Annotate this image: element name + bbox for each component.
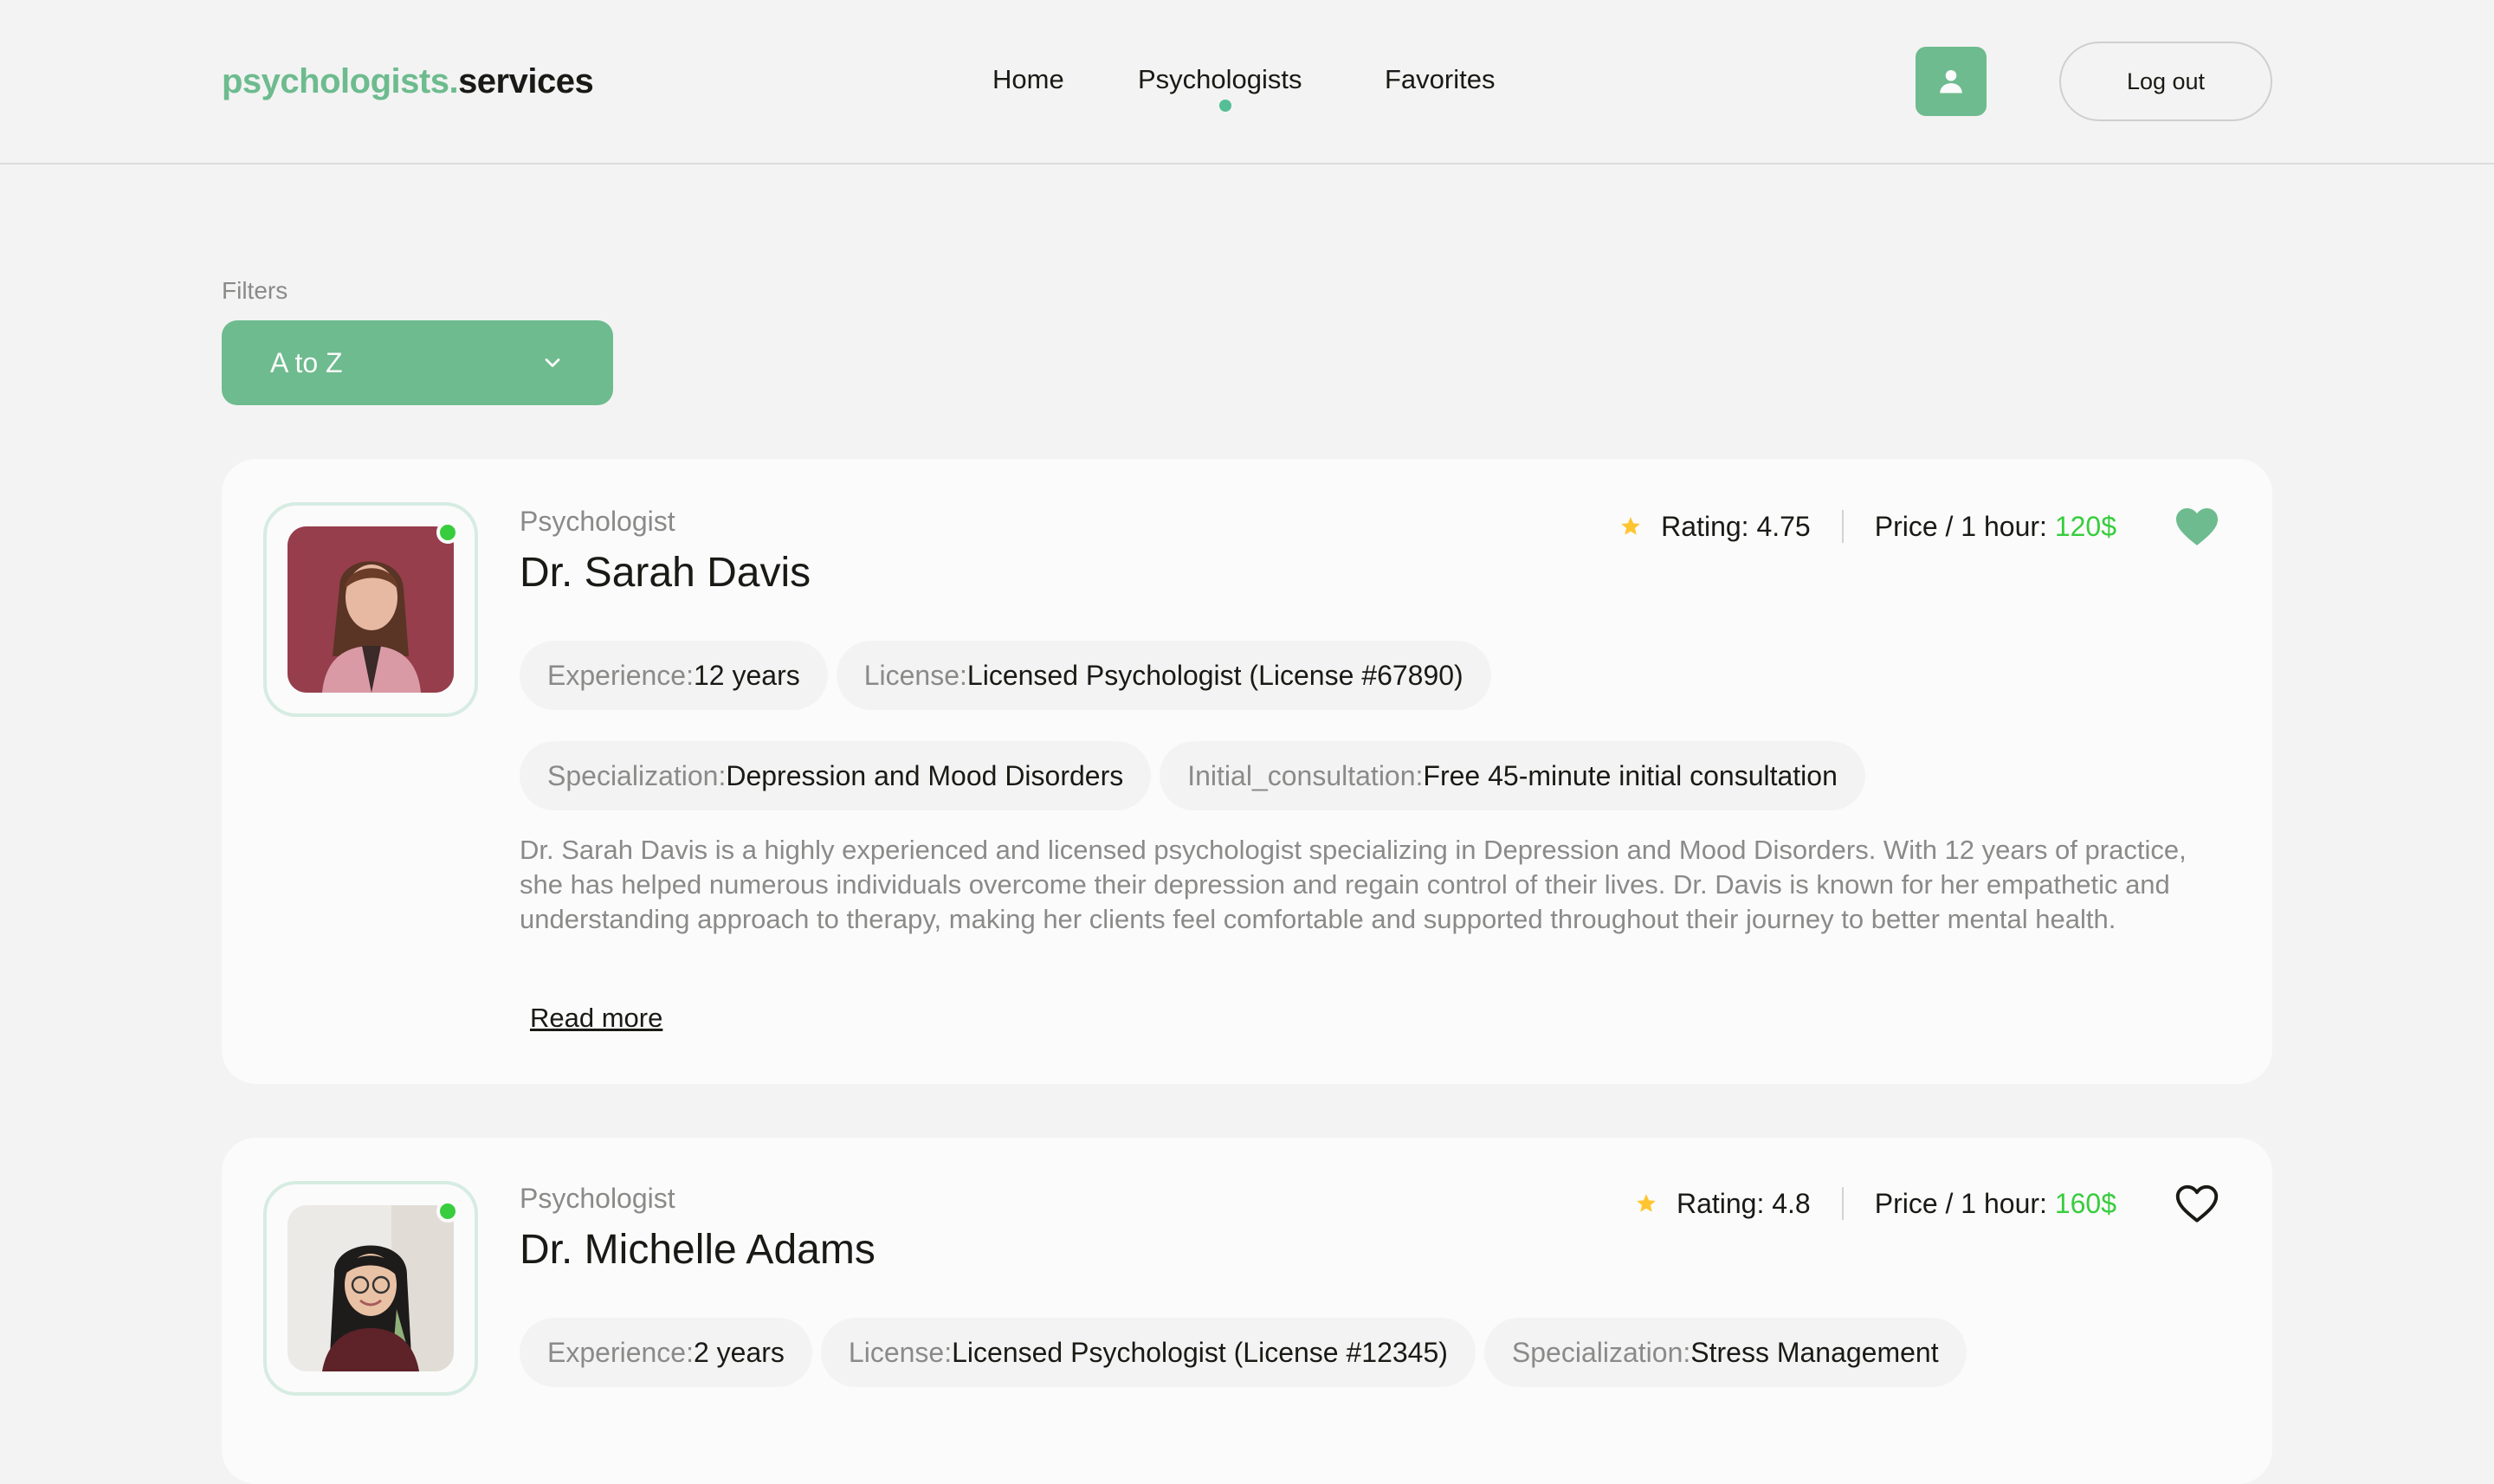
online-status-indicator bbox=[436, 521, 459, 544]
rating-label: Rating: 4.75 bbox=[1661, 510, 1811, 542]
star-icon bbox=[1621, 517, 1640, 535]
rating: Rating: 4.8 bbox=[1635, 1188, 1811, 1220]
chip-specialization: Specialization: Depression and Mood Diso… bbox=[520, 741, 1152, 810]
psychologist-description: Dr. Sarah Davis is a highly experienced … bbox=[520, 835, 2187, 934]
heart-outline-icon bbox=[2175, 1184, 2219, 1223]
card-meta: Rating: 4.75 Price / 1 hour: 120$ bbox=[1619, 506, 2220, 547]
filters-label: Filters bbox=[222, 277, 288, 304]
chip-license: License: Licensed Psychologist (License … bbox=[836, 641, 1491, 710]
site-logo[interactable]: psychologists.services bbox=[222, 62, 594, 101]
online-status-indicator bbox=[436, 1200, 459, 1223]
favorite-button[interactable] bbox=[2174, 506, 2220, 547]
nav-psychologists[interactable]: Psychologists bbox=[1138, 64, 1302, 95]
user-icon bbox=[1940, 69, 1962, 94]
info-chips: Experience: 2 years License: Licensed Ps… bbox=[520, 1318, 2252, 1387]
avatar bbox=[288, 526, 454, 693]
logo-accent: psychologists. bbox=[222, 62, 459, 100]
nav-home[interactable]: Home bbox=[992, 64, 1064, 95]
price-label: Price / 1 hour: bbox=[1874, 510, 2055, 542]
info-chips: Experience: 12 years License: Licensed P… bbox=[520, 641, 2252, 810]
price-value: 120$ bbox=[2054, 510, 2116, 542]
sort-filter-value: A to Z bbox=[270, 346, 343, 378]
nav-favorites[interactable]: Favorites bbox=[1385, 64, 1495, 95]
favorite-button[interactable] bbox=[2174, 1183, 2220, 1224]
chip-license: License: Licensed Psychologist (License … bbox=[820, 1318, 1476, 1387]
chip-experience: Experience: 2 years bbox=[520, 1318, 812, 1387]
user-avatar-button[interactable] bbox=[1916, 47, 1987, 116]
chip-specialization: Specialization: Stress Management bbox=[1483, 1318, 1967, 1387]
avatar-frame bbox=[263, 1181, 478, 1396]
chip-initial-consultation: Initial_consultation: Free 45-minute ini… bbox=[1160, 741, 1865, 810]
psychologist-name: Dr. Sarah Davis bbox=[520, 550, 811, 596]
card-meta: Rating: 4.8 Price / 1 hour: 160$ bbox=[1635, 1183, 2220, 1224]
heart-filled-icon bbox=[2176, 508, 2218, 545]
avatar-frame bbox=[263, 502, 478, 717]
star-icon bbox=[1637, 1194, 1656, 1212]
price-label: Price / 1 hour: bbox=[1874, 1187, 2055, 1219]
logout-button[interactable]: Log out bbox=[2059, 42, 2272, 121]
psychologist-card: Psychologist Dr. Michelle Adams Rating: … bbox=[222, 1138, 2272, 1484]
read-more-link[interactable]: Read more bbox=[530, 1003, 662, 1034]
rating: Rating: 4.75 bbox=[1619, 511, 1811, 543]
price: Price / 1 hour: 160$ bbox=[1875, 1188, 2116, 1220]
price: Price / 1 hour: 120$ bbox=[1875, 511, 2116, 543]
logo-rest: services bbox=[458, 62, 594, 100]
meta-divider bbox=[1841, 1187, 1844, 1220]
rating-label: Rating: 4.8 bbox=[1676, 1187, 1811, 1219]
meta-divider bbox=[1841, 510, 1844, 543]
avatar bbox=[288, 1205, 454, 1371]
psychologist-name: Dr. Michelle Adams bbox=[520, 1227, 875, 1273]
chevron-down-icon bbox=[545, 358, 560, 367]
psychologist-role: Psychologist bbox=[520, 506, 675, 537]
nav-active-indicator bbox=[1219, 100, 1231, 112]
top-header: psychologists.services Home Psychologist… bbox=[0, 0, 2494, 165]
chip-experience: Experience: 12 years bbox=[520, 641, 828, 710]
psychologist-card: Psychologist Dr. Sarah Davis Rating: 4.7… bbox=[222, 459, 2272, 1084]
psychologist-role: Psychologist bbox=[520, 1183, 675, 1214]
sort-filter-select[interactable]: A to Z bbox=[222, 320, 613, 405]
price-value: 160$ bbox=[2054, 1187, 2116, 1219]
